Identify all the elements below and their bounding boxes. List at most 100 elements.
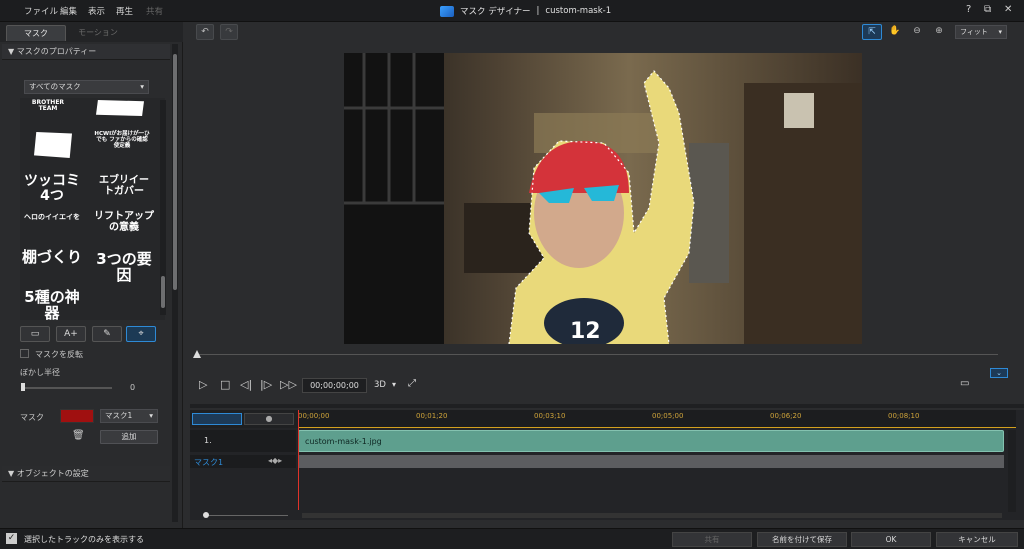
bottom-bar: ✓ 選択したトラックのみを表示する 共有 名前を付けて保存 OK キャンセル [0,528,1024,549]
object-settings-header[interactable]: ▼ オブジェクトの設定 [2,466,170,482]
left-panel-scrollbar[interactable] [172,44,178,522]
trash-icon[interactable]: 🗑 [72,430,85,441]
playhead[interactable] [298,410,299,510]
keyframe-nav-icon[interactable]: ◂◆▸ [268,456,282,465]
zoom-value: フィット [960,28,988,36]
mask-thumb[interactable]: HCWIがお届けが一ひでも ファからの確認使定義 [94,131,150,149]
mask-thumb[interactable]: 棚づくり [22,249,82,266]
ruler-tick: 00;08;10 [888,412,920,420]
share-button: 共有 [672,532,752,547]
mask-thumb[interactable]: エブリイー トガバー [94,175,154,197]
pen-mask-icon[interactable]: ⌖ [126,326,156,342]
tab-mask[interactable]: マスク [6,25,66,41]
undo-button[interactable]: ↶ [196,24,214,40]
scrubber-handle[interactable] [193,350,201,358]
timeline-vscroll[interactable] [1008,430,1016,512]
text-mask-icon[interactable]: A+ [56,326,86,342]
stop-icon[interactable]: □ [220,378,230,391]
chevron-down-icon: ▾ [140,82,144,91]
next-frame-icon[interactable]: |▷ [260,378,272,391]
menu-file[interactable]: ファイル [24,5,58,17]
zoom-handle[interactable] [203,512,209,518]
menu-view[interactable]: 表示 [88,5,105,17]
ok-button[interactable]: OK [851,532,931,547]
mask-properties-header[interactable]: ▼ マスクのプロパティー [2,44,170,60]
keyframe-view-toggle[interactable]: ● [244,413,294,425]
scrollbar-thumb[interactable] [161,276,165,308]
blur-slider[interactable] [22,387,112,389]
timeline-hscroll[interactable] [302,513,1002,518]
expand-icon[interactable]: ⌄ [990,368,1008,378]
mask-track-label: マスク1 [194,458,224,467]
cancel-button[interactable]: キャンセル [936,532,1018,547]
show-selected-checkbox[interactable]: ✓ [6,533,17,544]
image-mask-icon[interactable]: ▭ [20,326,50,342]
mask-thumb[interactable]: ヘロのイイエイを [22,213,82,221]
select-tool-icon[interactable]: ⇱ [862,24,882,40]
mask-thumb[interactable]: ツッコミ4つ [22,174,82,204]
3d-mode-dropdown[interactable]: 3D [374,380,386,390]
chevron-down-icon: ▾ [998,28,1002,36]
preview-scrubber[interactable] [196,354,998,355]
menu-share: 共有 [146,7,164,17]
track-view-toggle[interactable] [192,413,242,425]
play-icon[interactable]: ▷ [199,378,207,391]
blur-slider-handle[interactable] [21,383,25,391]
mask-category-dropdown[interactable]: すべてのマスク ▾ [24,80,149,94]
timeline-ruler[interactable]: 00;00;00 00;01;20 00;03;10 00;05;00 00;0… [298,410,1016,428]
tab-motion[interactable]: モーション [68,25,128,41]
svg-text:12: 12 [570,319,601,344]
prev-frame-icon[interactable]: ◁| [240,378,252,391]
chevron-down-icon[interactable]: ▾ [392,380,396,389]
title-bar: ファイル 編集 表示 再生 共有 マスク デザイナー | custom-mask… [0,0,1024,22]
mask-select-value: マスク1 [105,411,133,420]
app-logo-icon [440,5,454,17]
ruler-tick: 00;05;00 [652,412,684,420]
mask-thumb[interactable]: 5種の神器 [22,289,82,322]
window-title-text: マスク デザイナー [460,7,531,17]
mask-select-dropdown[interactable]: マスク1 ▾ [100,409,158,423]
mask-library-scrollbar[interactable] [160,100,166,315]
mask-track[interactable] [298,455,1004,468]
timeline: ● 00;00;00 00;01;20 00;03;10 00;05;00 00… [190,410,1024,520]
timecode-display[interactable]: 00;00;00;00 [302,378,367,393]
mask-thumb[interactable] [96,100,144,116]
zoom-out-icon[interactable]: ⊖ [908,24,926,40]
menu-play[interactable]: 再生 [116,5,133,17]
mask-color-swatch[interactable] [60,409,94,423]
ruler-tick: 00;03;10 [534,412,566,420]
mask-category-value: すべてのマスク [29,82,81,91]
fullscreen-icon[interactable]: ⤢ [408,378,416,389]
zoom-dropdown[interactable]: フィット ▾ [955,25,1007,39]
video-frame: 12 [344,53,862,344]
timeline-header: ● [190,410,298,428]
restore-icon[interactable]: ⧉ [984,4,991,15]
ruler-tick: 00;01;20 [416,412,448,420]
mask-thumb[interactable]: BROTHER TEAM [24,99,72,113]
track-header[interactable]: 1. [190,430,296,452]
scrollbar-thumb[interactable] [173,54,177,290]
close-icon[interactable]: ✕ [1004,4,1012,15]
add-button[interactable]: 追加 [100,430,158,444]
invert-mask-label: マスクを反転 [35,350,83,359]
brush-mask-icon[interactable]: ✎ [92,326,122,342]
zoom-in-icon[interactable]: ⊕ [930,24,948,40]
mask-thumb[interactable]: 3つの要因 [94,251,154,284]
clip-name: custom-mask-1.jpg [305,437,382,446]
timeline-zoom-slider[interactable] [190,511,296,519]
fast-forward-icon[interactable]: ▷▷ [280,378,297,391]
video-clip[interactable]: custom-mask-1.jpg [298,430,1004,452]
mask-thumb[interactable] [34,132,72,158]
panel-divider[interactable] [190,404,1024,408]
invert-mask-checkbox[interactable] [20,349,29,358]
hand-tool-icon[interactable]: ✋ [886,24,904,40]
mask-track-header[interactable]: マスク1 ◂◆▸ [190,455,296,468]
menu-edit[interactable]: 編集 [60,5,77,17]
blur-label: ぼかし半径 [20,368,60,377]
mask-thumb[interactable]: リフトアップの意義 [94,211,154,233]
photo-image: 12 [344,53,862,344]
save-as-button[interactable]: 名前を付けて保存 [757,532,847,547]
display-icon[interactable]: ▭ [960,378,969,389]
help-icon[interactable]: ? [966,4,971,15]
title-separator: | [536,6,540,16]
